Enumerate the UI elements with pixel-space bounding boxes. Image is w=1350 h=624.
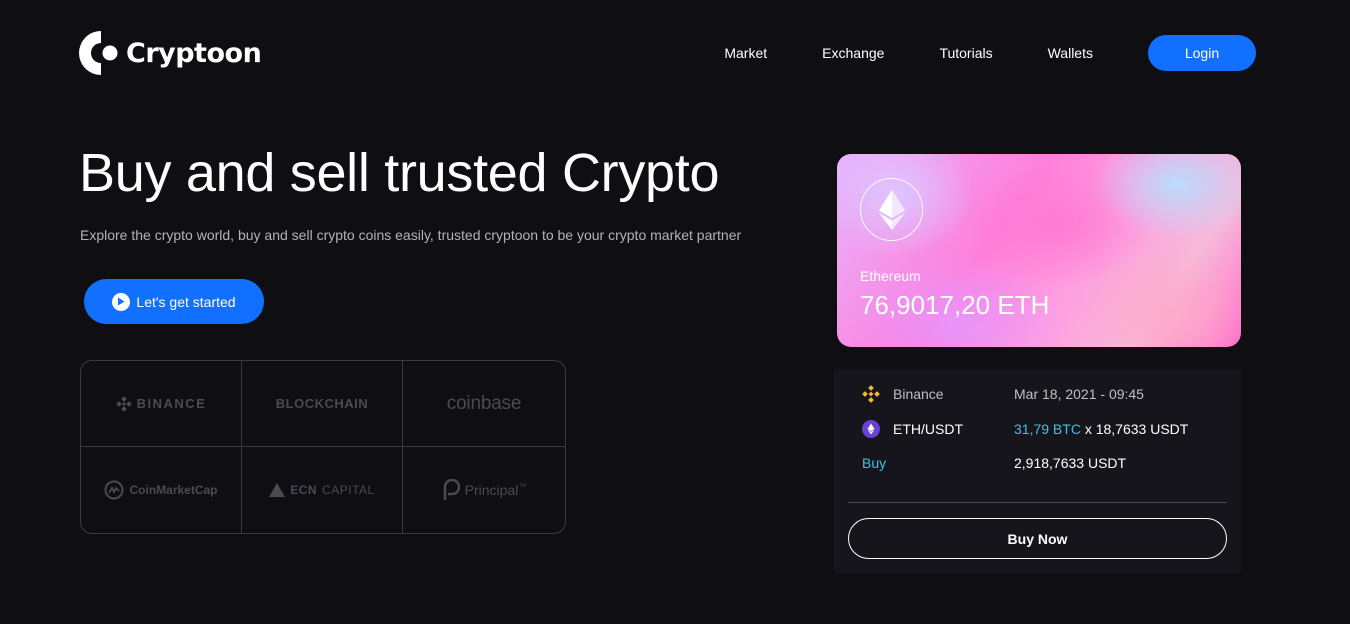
card-coin-amount: 76,9017,20 ETH [860, 290, 1050, 320]
nav-market[interactable]: Market [724, 45, 767, 61]
exchange-name: Binance [893, 386, 944, 402]
main-nav: Market Exchange Tutorials Wallets Login [724, 35, 1256, 71]
ethereum-logo-badge [860, 178, 923, 241]
partner-coinmarketcap: CoinMarketCap [81, 447, 242, 533]
trade-rate-btc: 31,79 BTC [1014, 421, 1081, 437]
partner-ecn-capital: ECN CAPITAL [242, 447, 403, 533]
partner-principal-label: Principal [464, 482, 519, 498]
partner-coinbase-label: coinbase [446, 392, 522, 414]
partner-binance-label: BINANCE [136, 396, 207, 411]
partner-coinmarketcap-label: CoinMarketCap [129, 483, 218, 497]
ethereum-icon [878, 189, 905, 230]
binance-logo-icon [115, 395, 132, 412]
hero-subtitle: Explore the crypto world, buy and sell c… [80, 227, 742, 243]
partner-ecn-rest: CAPITAL [322, 483, 375, 497]
buy-now-button[interactable]: Buy Now [848, 518, 1227, 559]
login-button[interactable]: Login [1148, 35, 1256, 71]
trade-row-pair: ETH/USDT 31,79 BTC x 18,7633 USDT [834, 417, 1241, 441]
ecn-logo-icon [269, 483, 286, 497]
trade-rate: 31,79 BTC x 18,7633 USDT [1014, 421, 1188, 437]
partners-grid: BINANCE BLOCKCHAIN coinbase CoinMarketCa… [80, 360, 566, 534]
trade-divider [848, 502, 1227, 503]
trade-side: Buy [862, 455, 887, 471]
nav-tutorials[interactable]: Tutorials [939, 45, 992, 61]
partner-blockchain-label: BLOCKCHAIN [275, 396, 369, 411]
eth-coin-icon [862, 420, 880, 438]
trade-rate-usdt: x 18,7633 USDT [1080, 421, 1189, 437]
nav-exchange[interactable]: Exchange [822, 45, 884, 61]
trade-panel: Binance Mar 18, 2021 - 09:45 ETH/USDT 31… [834, 369, 1241, 573]
trade-datetime: Mar 18, 2021 - 09:45 [1014, 386, 1144, 402]
card-coin-name: Ethereum [860, 268, 921, 284]
coinmarketcap-logo-icon [104, 480, 124, 500]
play-icon [112, 292, 131, 311]
brand-logo[interactable]: Cryptoon [78, 30, 262, 76]
get-started-label: Let's get started [136, 293, 236, 310]
partner-coinbase: coinbase [403, 361, 565, 447]
trade-row-total: Buy 2,918,7633 USDT [834, 451, 1241, 475]
hero-title: Buy and sell trusted Crypto [79, 143, 720, 203]
trade-pair: ETH/USDT [893, 421, 963, 437]
partner-blockchain: BLOCKCHAIN [242, 361, 403, 447]
partner-principal: Principal ™ [403, 447, 565, 533]
partner-principal-tm: ™ [518, 481, 527, 491]
nav-wallets[interactable]: Wallets [1048, 45, 1093, 61]
binance-icon [862, 385, 880, 403]
trade-total: 2,918,7633 USDT [1014, 455, 1127, 471]
trade-row-exchange: Binance Mar 18, 2021 - 09:45 [834, 382, 1241, 406]
get-started-button[interactable]: Let's get started [84, 279, 264, 324]
principal-logo-icon [443, 479, 460, 500]
partner-binance: BINANCE [81, 361, 242, 447]
cryptoon-logo-icon [79, 31, 118, 75]
partner-ecn-bold: ECN [290, 483, 318, 497]
brand-name: Cryptoon [126, 37, 262, 69]
ethereum-wallet-card[interactable]: Ethereum 76,9017,20 ETH [837, 154, 1241, 347]
